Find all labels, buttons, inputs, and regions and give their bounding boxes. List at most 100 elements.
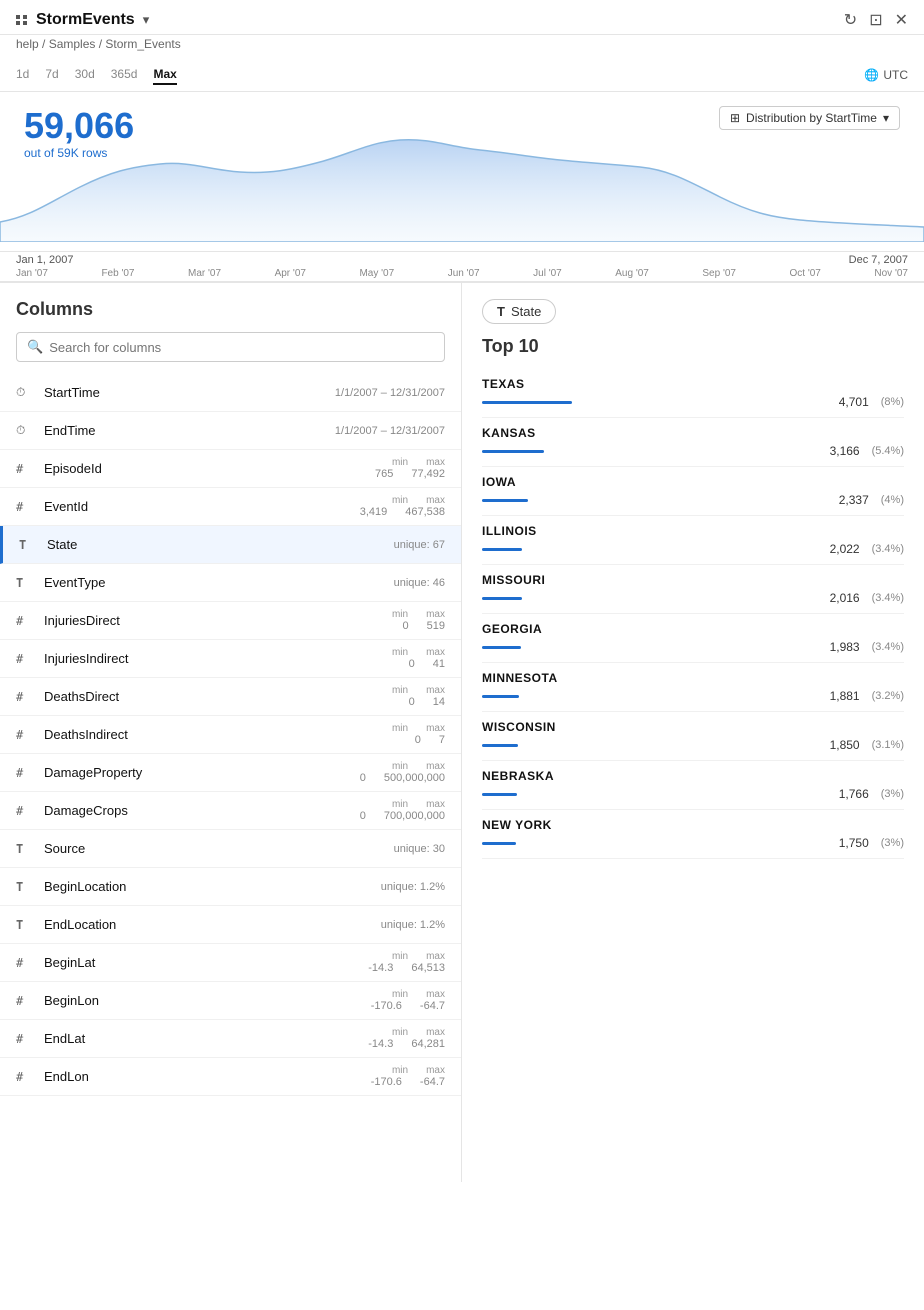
- top10-bar: [482, 793, 517, 796]
- col-meta-range: 1/1/2007 – 12/31/2007: [335, 387, 445, 399]
- columns-panel: Columns 🔍 ⏱ StartTime 1/1/2007 – 12/31/2…: [0, 283, 462, 1182]
- time-filter-bar: 1d 7d 30d 365d Max 🌐 UTC: [0, 59, 924, 92]
- axis-jan: Jan '07: [16, 268, 48, 279]
- col-name: DeathsIndirect: [44, 727, 392, 742]
- search-box[interactable]: 🔍: [16, 332, 445, 362]
- column-row-eventid[interactable]: # EventId min max 3,419 467,538: [0, 488, 461, 526]
- col-min-label: min: [392, 761, 408, 772]
- top10-pct: (3.4%): [872, 641, 904, 653]
- top10-item-nebraska: NEBRASKA 1,766 (3%): [482, 761, 904, 810]
- col-max-label: max: [426, 951, 445, 962]
- col-max-val: 500,000,000: [384, 772, 445, 784]
- col-min-label: min: [392, 647, 408, 658]
- top10-pct: (4%): [881, 494, 904, 506]
- col-meta-range: 1/1/2007 – 12/31/2007: [335, 425, 445, 437]
- column-row-eventtype[interactable]: T EventType unique: 46: [0, 564, 461, 602]
- col-name: BeginLat: [44, 955, 368, 970]
- col-max-label: max: [426, 761, 445, 772]
- top10-name: MISSOURI: [482, 573, 904, 587]
- top10-item-wisconsin: WISCONSIN 1,850 (3.1%): [482, 712, 904, 761]
- state-tag-label: State: [511, 304, 541, 319]
- column-row-state[interactable]: T State unique: 67: [0, 526, 461, 564]
- top10-pct: (3.4%): [872, 592, 904, 604]
- column-row-episodeid[interactable]: # EpisodeId min max 765 77,492: [0, 450, 461, 488]
- col-name: DamageCrops: [44, 803, 360, 818]
- top10-item-georgia: GEORGIA 1,983 (3.4%): [482, 614, 904, 663]
- column-row-damageproperty[interactable]: # DamageProperty min max 0 500,000,000: [0, 754, 461, 792]
- col-min-label: min: [392, 951, 408, 962]
- col-min-label: min: [392, 799, 408, 810]
- expand-icon[interactable]: ⊡: [869, 10, 882, 30]
- dropdown-chevron[interactable]: ▾: [143, 12, 150, 28]
- col-name: DeathsDirect: [44, 689, 392, 704]
- top10-item-iowa: IOWA 2,337 (4%): [482, 467, 904, 516]
- header-icons: ↻ ⊡ ✕: [844, 10, 908, 30]
- state-tag[interactable]: T State: [482, 299, 556, 324]
- top10-bar-row: 1,850 (3.1%): [482, 738, 904, 752]
- column-row-endlon[interactable]: # EndLon min max -170.6 -64.7: [0, 1058, 461, 1096]
- column-row-beginlocation[interactable]: T BeginLocation unique: 1.2%: [0, 868, 461, 906]
- top10-bar: [482, 597, 522, 600]
- column-row-beginlon[interactable]: # BeginLon min max -170.6 -64.7: [0, 982, 461, 1020]
- column-row-starttime[interactable]: ⏱ StartTime 1/1/2007 – 12/31/2007: [0, 374, 461, 412]
- column-row-injuriesindirect[interactable]: # InjuriesIndirect min max 0 41: [0, 640, 461, 678]
- col-max-label: max: [426, 647, 445, 658]
- col-max-label: max: [426, 1027, 445, 1038]
- column-row-beginlat[interactable]: # BeginLat min max -14.3 64,513: [0, 944, 461, 982]
- time-opt-30d[interactable]: 30d: [75, 65, 95, 85]
- chart-dates: Jan 1, 2007 Dec 7, 2007: [0, 254, 924, 266]
- search-input[interactable]: [49, 340, 434, 355]
- top10-count: 2,022: [830, 542, 860, 556]
- top10-bar-row: 1,881 (3.2%): [482, 689, 904, 703]
- col-type-icon: #: [16, 462, 36, 476]
- time-opt-7d[interactable]: 7d: [45, 65, 58, 85]
- col-meta-minmax: min max -170.6 -64.7: [371, 1065, 445, 1088]
- column-row-endtime[interactable]: ⏱ EndTime 1/1/2007 – 12/31/2007: [0, 412, 461, 450]
- top10-pct: (3%): [881, 837, 904, 849]
- refresh-icon[interactable]: ↻: [844, 10, 857, 30]
- axis-apr: Apr '07: [275, 268, 306, 279]
- state-panel: T State Top 10 TEXAS 4,701 (8%) KANSAS 3…: [462, 283, 924, 1182]
- chart-axis: Jan '07 Feb '07 Mar '07 Apr '07 May '07 …: [0, 266, 924, 281]
- globe-icon: 🌐: [864, 68, 879, 82]
- column-row-deathsindirect[interactable]: # DeathsIndirect min max 0 7: [0, 716, 461, 754]
- column-row-damagecrops[interactable]: # DamageCrops min max 0 700,000,000: [0, 792, 461, 830]
- top10-bar-row: 4,701 (8%): [482, 395, 904, 409]
- top10-count: 1,850: [830, 738, 860, 752]
- state-tag-T: T: [497, 304, 505, 319]
- column-row-source[interactable]: T Source unique: 30: [0, 830, 461, 868]
- col-min-val: 0: [415, 734, 421, 746]
- col-max-val: -64.7: [420, 1076, 445, 1088]
- top10-item-new_york: NEW YORK 1,750 (3%): [482, 810, 904, 859]
- breadcrumb: help / Samples / Storm_Events: [0, 35, 924, 59]
- top10-bar-row: 1,750 (3%): [482, 836, 904, 850]
- top10-name: NEW YORK: [482, 818, 904, 832]
- col-meta-minmax: min max -14.3 64,513: [368, 951, 445, 974]
- top10-count: 1,881: [830, 689, 860, 703]
- col-name: InjuriesIndirect: [44, 651, 392, 666]
- col-min-label: min: [392, 495, 408, 506]
- top10-name: GEORGIA: [482, 622, 904, 636]
- top10-title: Top 10: [482, 336, 904, 357]
- top10-count: 2,337: [839, 493, 869, 507]
- close-icon[interactable]: ✕: [895, 10, 908, 30]
- columns-title: Columns: [0, 299, 461, 332]
- time-opt-1d[interactable]: 1d: [16, 65, 29, 85]
- col-name: EpisodeId: [44, 461, 375, 476]
- top10-bar-row: 1,766 (3%): [482, 787, 904, 801]
- col-min-val: -170.6: [371, 1076, 402, 1088]
- top10-count: 4,701: [839, 395, 869, 409]
- column-row-injuriesdirect[interactable]: # InjuriesDirect min max 0 519: [0, 602, 461, 640]
- top10-pct: (5.4%): [872, 445, 904, 457]
- time-opt-365d[interactable]: 365d: [111, 65, 138, 85]
- column-row-endlat[interactable]: # EndLat min max -14.3 64,281: [0, 1020, 461, 1058]
- col-meta-unique: unique: 67: [394, 539, 445, 551]
- top10-name: KANSAS: [482, 426, 904, 440]
- column-row-deathsdirect[interactable]: # DeathsDirect min max 0 14: [0, 678, 461, 716]
- axis-mar: Mar '07: [188, 268, 221, 279]
- col-min-val: 0: [409, 696, 415, 708]
- column-row-endlocation[interactable]: T EndLocation unique: 1.2%: [0, 906, 461, 944]
- col-min-label: min: [392, 723, 408, 734]
- time-opt-max[interactable]: Max: [153, 65, 176, 85]
- col-type-icon: T: [16, 842, 36, 856]
